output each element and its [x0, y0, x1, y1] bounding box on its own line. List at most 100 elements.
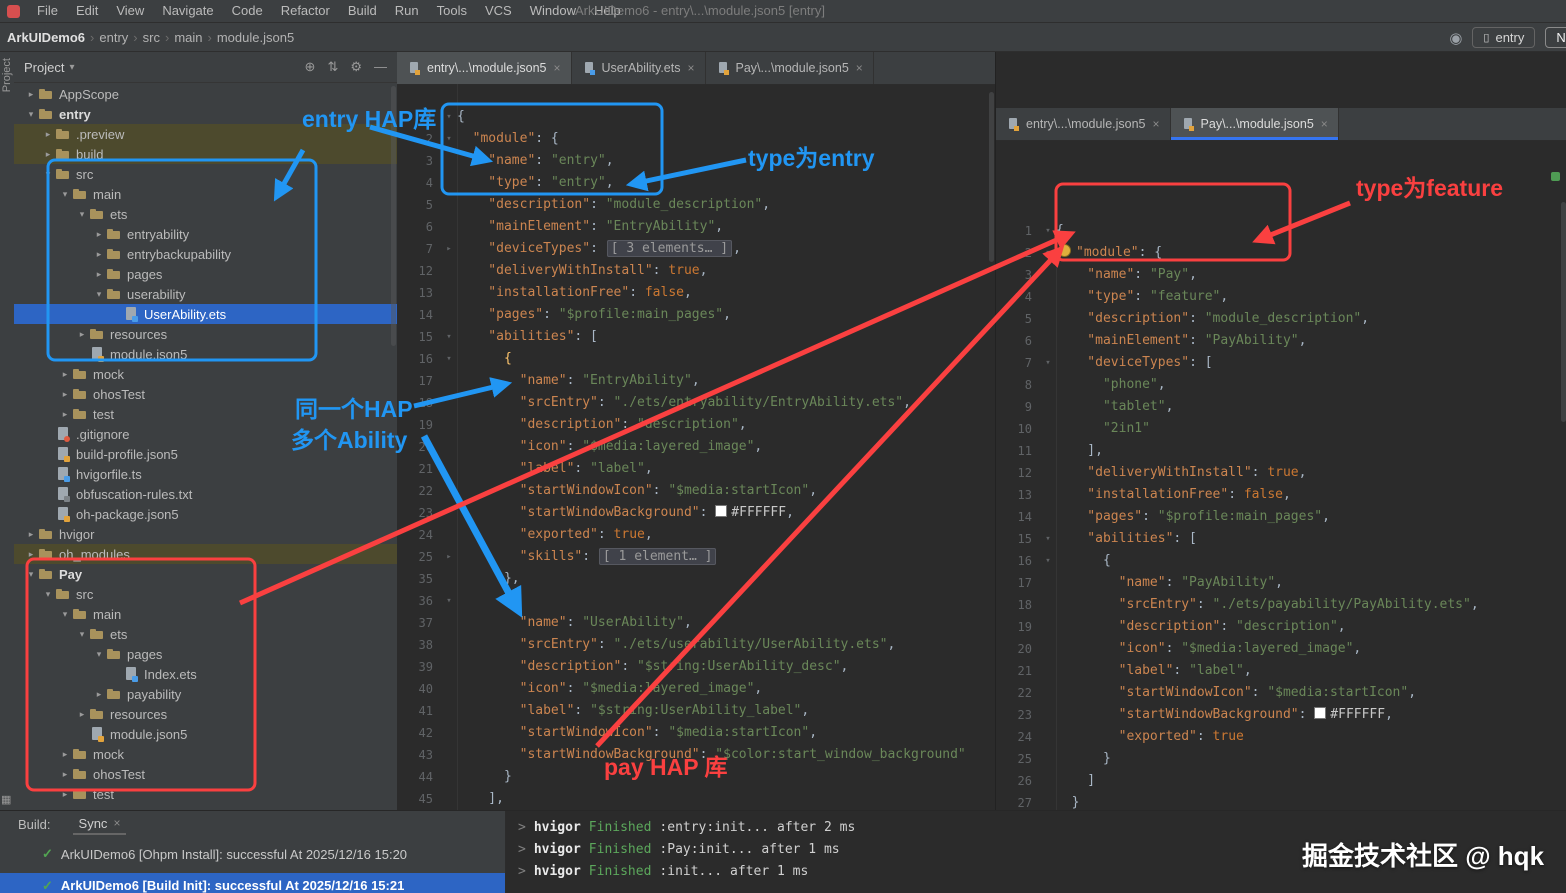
tree-item-pay[interactable]: ▾ Pay [14, 564, 397, 584]
build-message[interactable]: ✓ ArkUIDemo6 [Ohpm Install]: successful A… [0, 843, 505, 865]
code-line[interactable]: 6 "mainElement": "EntryAbility", [397, 216, 995, 238]
code-line[interactable]: 20 "icon": "$media:layered_image", [996, 638, 1566, 660]
close-icon[interactable]: × [856, 61, 863, 75]
chevron-down-icon[interactable]: ▾ [41, 169, 55, 180]
tree-item-mock[interactable]: ▸ mock [14, 744, 397, 764]
code-line[interactable]: 4 "type": "entry", [397, 172, 995, 194]
chevron-down-icon[interactable]: ▾ [75, 629, 89, 640]
tab-userability-ets[interactable]: UserAbility.ets × [572, 52, 706, 84]
tree-item-ohostest[interactable]: ▸ ohosTest [14, 384, 397, 404]
chevron-right-icon[interactable]: ▸ [58, 769, 72, 780]
code-line[interactable]: 7 ▸ "deviceTypes": [ 3 elements… ], [397, 238, 995, 260]
fold-icon[interactable]: ▾ [1040, 220, 1056, 242]
fold-icon[interactable]: ▾ [441, 590, 457, 612]
expand-collapse-icon[interactable]: ⇅ [327, 59, 338, 75]
fold-icon[interactable]: ▸ [441, 238, 457, 260]
menu-item-edit[interactable]: Edit [67, 0, 107, 22]
tree-item-resources[interactable]: ▸ resources [14, 324, 397, 344]
code-line[interactable]: 25 } [996, 748, 1566, 770]
tab-sync[interactable]: Sync × [72, 814, 127, 835]
menu-item-run[interactable]: Run [386, 0, 428, 22]
settings-gear-icon[interactable]: ⚙ [350, 59, 362, 75]
menu-item-tools[interactable]: Tools [428, 0, 476, 22]
menu-item-view[interactable]: View [107, 0, 153, 22]
code-line[interactable]: 14 "pages": "$profile:main_pages", [996, 506, 1566, 528]
code-line[interactable]: 44 } [397, 766, 995, 788]
right-editor-scrollbar[interactable] [1561, 202, 1566, 422]
chevron-right-icon[interactable]: ▸ [24, 529, 38, 540]
chevron-down-icon[interactable]: ▾ [24, 109, 38, 120]
chevron-right-icon[interactable]: ▸ [58, 389, 72, 400]
tree-item--preview[interactable]: ▸ .preview [14, 124, 397, 144]
chevron-down-icon[interactable]: ▾ [58, 609, 72, 620]
tree-item-hvigorfile-ts[interactable]: hvigorfile.ts [14, 464, 397, 484]
code-line[interactable]: 39 "description": "$string:UserAbility_d… [397, 656, 995, 678]
fold-icon[interactable]: ▾ [1040, 550, 1056, 572]
fold-icon[interactable]: ▾ [1040, 352, 1056, 374]
code-line[interactable]: 16 ▾ { [397, 348, 995, 370]
code-line[interactable]: 3 "name": "Pay", [996, 264, 1566, 286]
run-configuration-selector[interactable]: ▯ entry [1472, 27, 1536, 48]
menu-item-refactor[interactable]: Refactor [272, 0, 339, 22]
project-panel-title[interactable]: Project [24, 60, 64, 75]
color-swatch[interactable] [715, 505, 728, 517]
tree-item-build-profile-json5[interactable]: build-profile.json5 [14, 444, 397, 464]
tree-item-entrybackupability[interactable]: ▸ entrybackupability [14, 244, 397, 264]
chevron-right-icon[interactable]: ▸ [75, 709, 89, 720]
fold-icon[interactable]: ▾ [441, 106, 457, 128]
code-line[interactable]: 1 ▾{ [996, 220, 1566, 242]
tree-item-userability-ets[interactable]: UserAbility.ets [14, 304, 397, 324]
chevron-down-icon[interactable]: ▾ [41, 589, 55, 600]
tree-item-oh-modules[interactable]: ▸ oh_modules [14, 544, 397, 564]
code-line[interactable]: 19 "description": "description", [397, 414, 995, 436]
code-line[interactable]: 20 "icon": "$media:layered_image", [397, 436, 995, 458]
code-line[interactable]: 40 "icon": "$media:layered_image", [397, 678, 995, 700]
chevron-down-icon[interactable]: ▾ [58, 189, 72, 200]
fold-icon[interactable]: ▾ [441, 348, 457, 370]
code-line[interactable]: 17 "name": "PayAbility", [996, 572, 1566, 594]
close-icon[interactable]: × [1321, 117, 1328, 131]
tree-item-ets[interactable]: ▾ ets [14, 624, 397, 644]
code-line[interactable]: 19 "description": "description", [996, 616, 1566, 638]
code-line[interactable]: 5 "description": "module_description", [996, 308, 1566, 330]
menu-item-build[interactable]: Build [339, 0, 386, 22]
fold-icon[interactable]: ▾ [1040, 528, 1056, 550]
code-line[interactable]: 9 "tablet", [996, 396, 1566, 418]
close-icon[interactable]: × [1153, 117, 1160, 131]
tree-item-main[interactable]: ▾ main [14, 604, 397, 624]
code-line[interactable]: 41 "label": "$string:UserAbility_label", [397, 700, 995, 722]
fold-icon[interactable]: ▾ [441, 326, 457, 348]
code-line[interactable]: 18 "srcEntry": "./ets/entryability/Entry… [397, 392, 995, 414]
menu-item-vcs[interactable]: VCS [476, 0, 521, 22]
intention-bulb-icon[interactable] [1058, 244, 1071, 257]
fold-icon[interactable]: ▾ [441, 128, 457, 150]
tree-item-entry[interactable]: ▾ entry [14, 104, 397, 124]
code-line[interactable]: 3 "name": "entry", [397, 150, 995, 172]
code-line[interactable]: 2 ▾ "module": { [397, 128, 995, 150]
tree-item-appscope[interactable]: ▸ AppScope [14, 84, 397, 104]
code-line[interactable]: 18 "srcEntry": "./ets/payability/PayAbil… [996, 594, 1566, 616]
tab-entry-module-json5[interactable]: entry\...\module.json5 × [996, 108, 1171, 140]
code-line[interactable]: 8 "phone", [996, 374, 1566, 396]
breadcrumb-item-main[interactable]: main [171, 30, 205, 45]
tree-item-ets[interactable]: ▾ ets [14, 204, 397, 224]
locate-file-icon[interactable]: ⊕ [305, 59, 316, 75]
tree-item-payability[interactable]: ▸ payability [14, 684, 397, 704]
chevron-down-icon[interactable]: ▾ [92, 289, 106, 300]
code-line[interactable]: 6 "mainElement": "PayAbility", [996, 330, 1566, 352]
build-message[interactable]: ✓ ArkUIDemo6 [Build Init]: successful At … [0, 873, 505, 893]
tree-item--gitignore[interactable]: .gitignore [14, 424, 397, 444]
code-line[interactable]: 15 ▾ "abilities": [ [996, 528, 1566, 550]
tree-item-pages[interactable]: ▾ pages [14, 644, 397, 664]
tree-item-pages[interactable]: ▸ pages [14, 264, 397, 284]
code-line[interactable]: 27 } [996, 792, 1566, 810]
code-line[interactable]: 21 "label": "label", [397, 458, 995, 480]
tree-item-src[interactable]: ▾ src [14, 584, 397, 604]
tree-item-hvigor[interactable]: ▸ hvigor [14, 524, 397, 544]
code-line[interactable]: 13 "installationFree": false, [996, 484, 1566, 506]
code-line[interactable]: 16 ▾ { [996, 550, 1566, 572]
tab-pay-module-json5[interactable]: Pay\...\module.json5 × [706, 52, 874, 84]
chevron-right-icon[interactable]: ▸ [92, 249, 106, 260]
menu-item-navigate[interactable]: Navigate [153, 0, 222, 22]
breadcrumb-item-arkuidemo6[interactable]: ArkUIDemo6 [4, 30, 88, 45]
